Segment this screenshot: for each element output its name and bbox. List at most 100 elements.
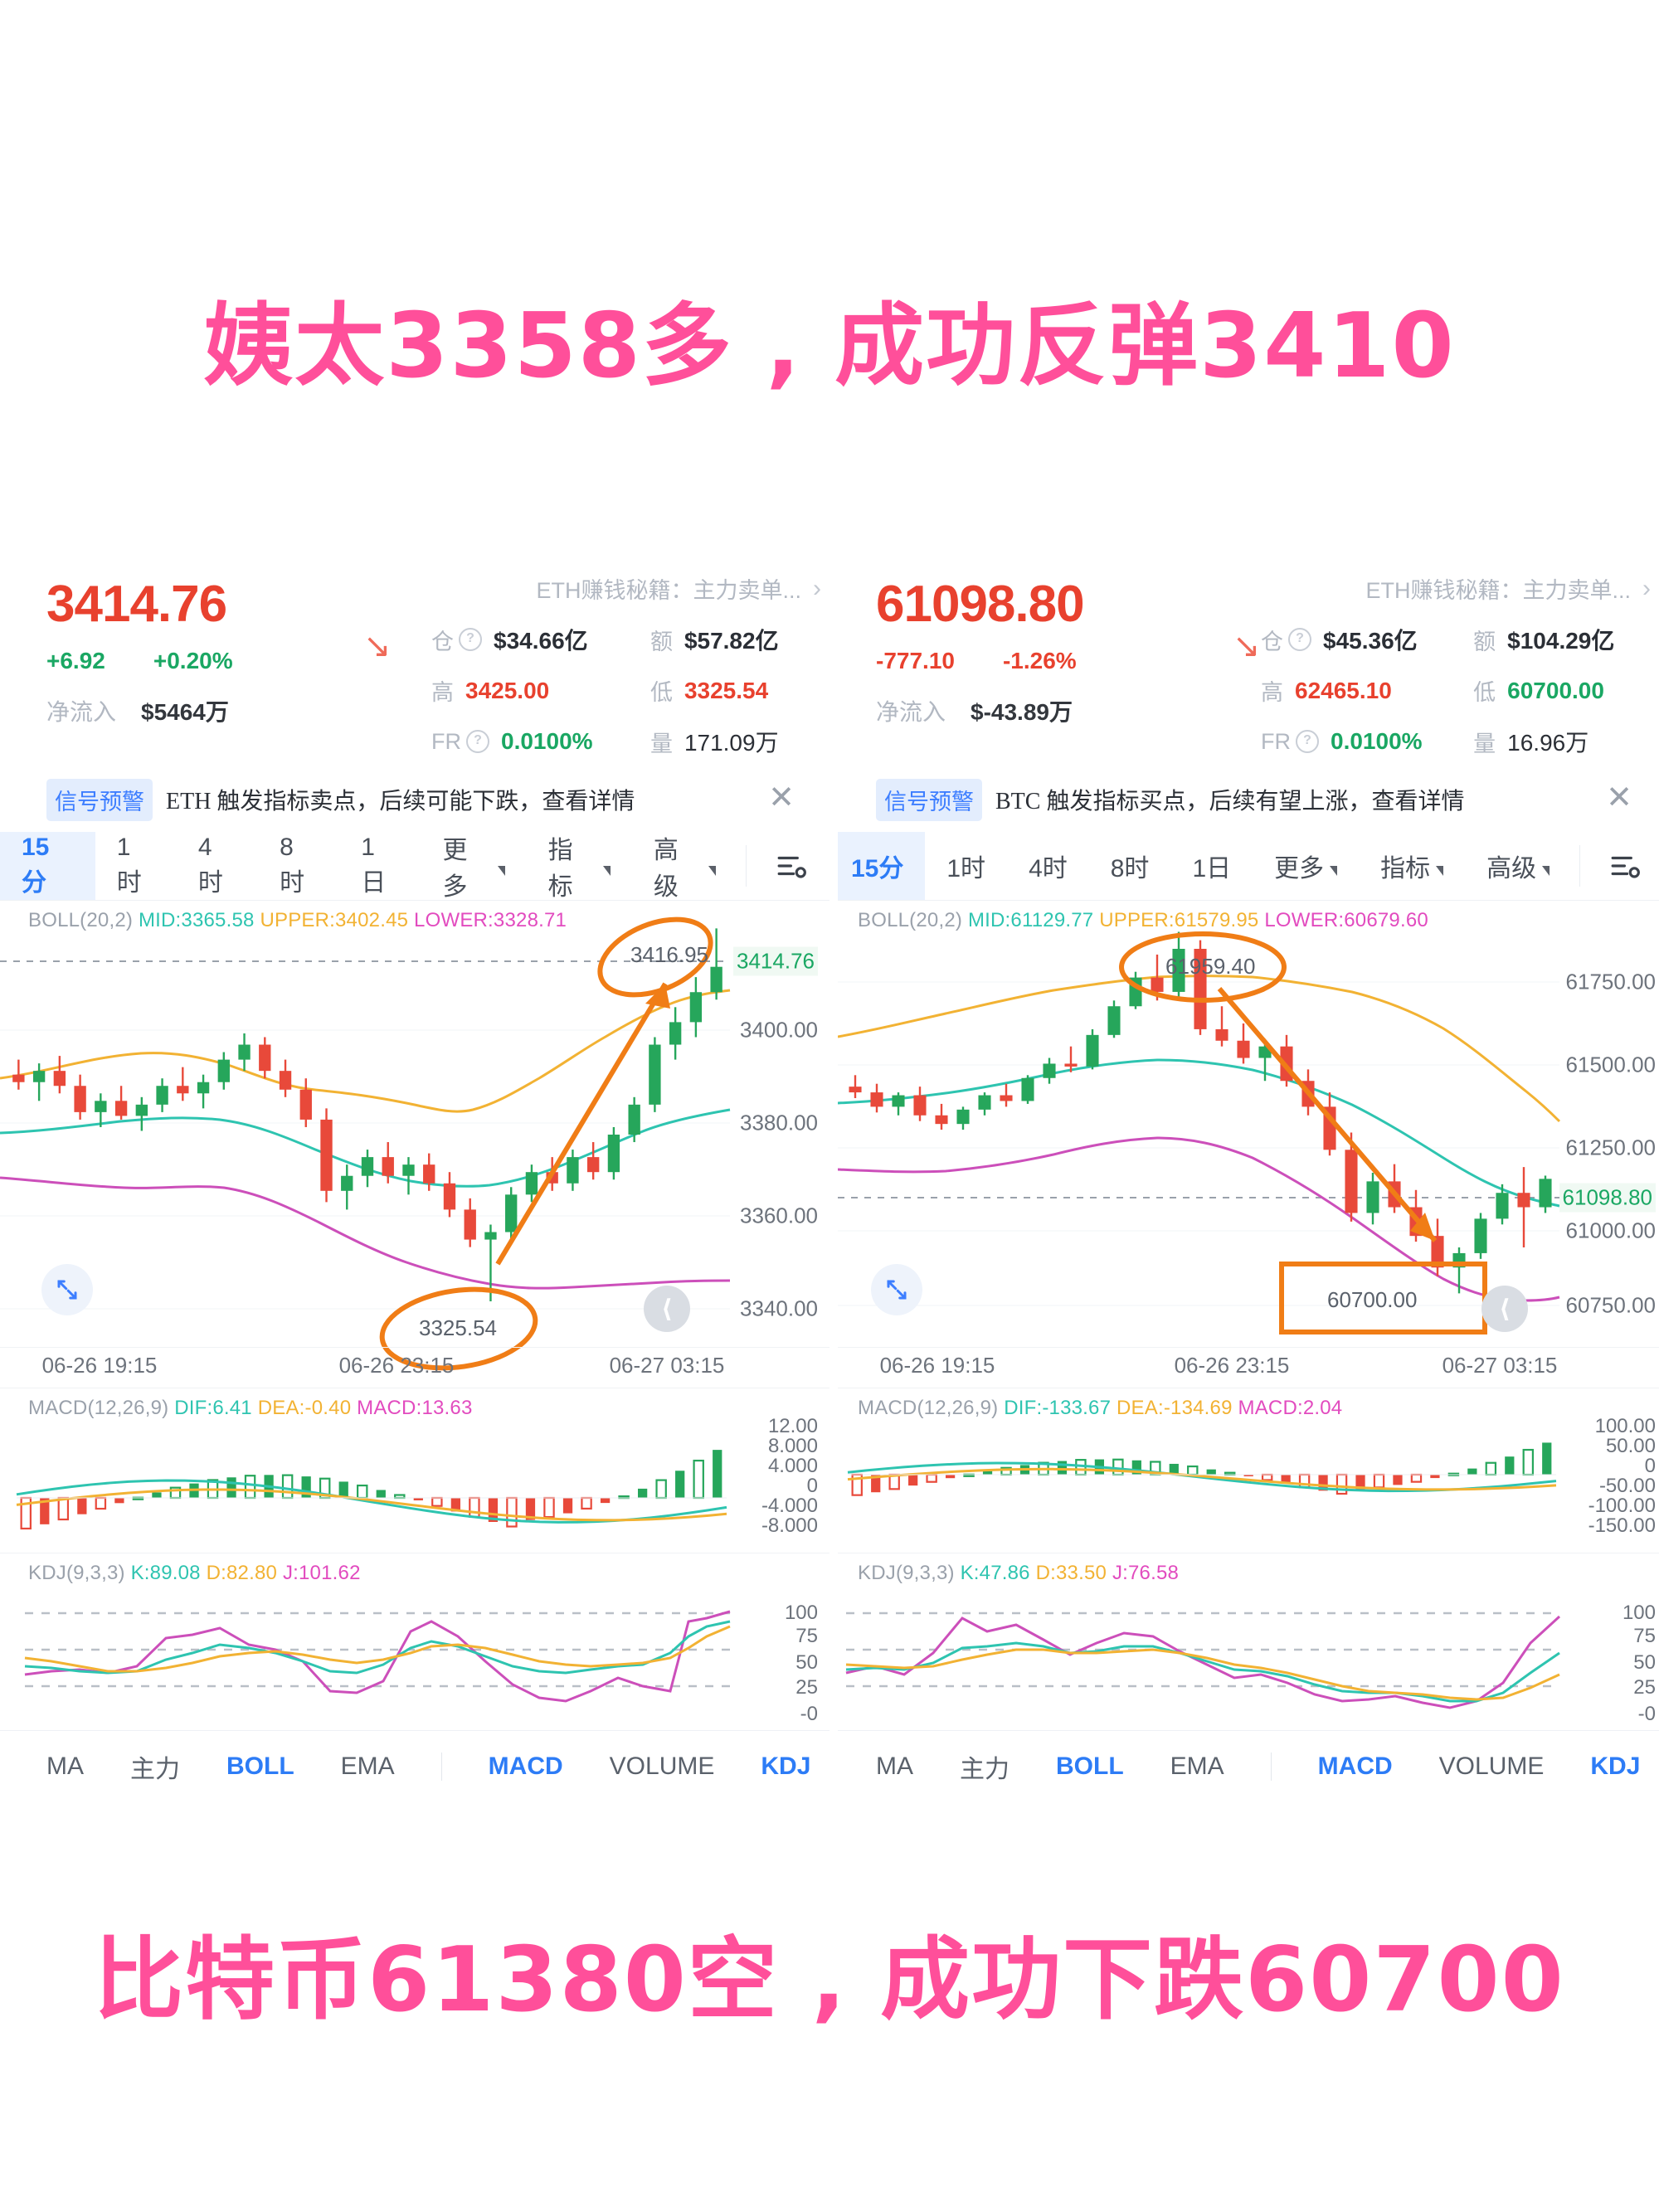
candlestick-area[interactable]: 3414.76 3400.00 3380.00 3360.00 3340.00 … (0, 916, 830, 1371)
stat-high: 高 3425.00 (431, 674, 635, 707)
net-flow-label: 净流入 (876, 699, 946, 726)
kdj-readout-btc: KDJ(9,3,3) K:47.86 D:33.50 J:76.58 (858, 1562, 1180, 1584)
indicator-kdj[interactable]: KDJ (1590, 1753, 1640, 1781)
caret-down-icon (1436, 866, 1444, 876)
close-icon[interactable]: ✕ (1606, 782, 1632, 814)
signal-alert-btc[interactable]: 信号预警 BTC 触发指标买点，后续有望上涨，查看详情 ✕ (838, 767, 1659, 832)
kdj-chart-btc[interactable]: 100 75 50 25 -0 (838, 1585, 1659, 1730)
tab-4h[interactable]: 4时 (177, 832, 258, 900)
change-absolute: +6.92 (46, 648, 105, 674)
panel-eth: 3414.76 ↘ +6.92 +0.20% 净流入 $5464万 ETH赚钱秘… (0, 564, 830, 1841)
tab-8h[interactable]: 8时 (1089, 832, 1171, 900)
candlestick-area[interactable]: 61750.00 61500.00 61250.00 61098.80 6100… (838, 931, 1659, 1347)
indicator-ma[interactable]: MA (46, 1753, 84, 1781)
promo-banner[interactable]: ETH赚钱秘籍：主力卖单... › (1261, 572, 1651, 605)
stat-low: 低 60700.00 (1473, 674, 1651, 707)
expand-chart-button[interactable] (41, 1264, 93, 1315)
divider (746, 845, 747, 887)
indicator-volume[interactable]: VOLUME (1439, 1753, 1545, 1781)
indicator-boll[interactable]: BOLL (1056, 1753, 1124, 1781)
tab-indicators[interactable]: 指标 (1359, 832, 1465, 900)
signal-alert-eth[interactable]: 信号预警 ETH 触发指标卖点，后续可能下跌，查看详情 ✕ (0, 767, 830, 832)
axis-tick: 75 (1633, 1625, 1656, 1647)
close-icon[interactable]: ✕ (768, 782, 795, 814)
macd-chart-btc[interactable]: 100.00 50.00 0 -50.00 -100.00 -150.00 (838, 1415, 1659, 1553)
tab-8h[interactable]: 8时 (258, 832, 339, 900)
indicator-zhuli[interactable]: 主力 (960, 1748, 1010, 1785)
alert-badge: 信号预警 (46, 778, 153, 821)
stat-value: $34.66亿 (494, 628, 588, 654)
alert-text: ETH 触发指标卖点，后续可能下跌，查看详情 (166, 789, 635, 814)
help-icon[interactable]: ? (466, 730, 489, 753)
indicator-ema[interactable]: EMA (341, 1753, 395, 1781)
chart-settings-icon[interactable] (1588, 832, 1659, 900)
stat-volume: 量 16.96万 (1473, 725, 1651, 758)
tab-1h[interactable]: 1时 (925, 832, 1007, 900)
caret-down-icon (497, 866, 505, 876)
help-icon[interactable]: ? (459, 628, 482, 651)
tab-indicators[interactable]: 指标 (527, 832, 632, 901)
tab-more[interactable]: 更多 (421, 832, 526, 901)
chart-settings-icon[interactable] (755, 832, 830, 900)
time-tick: 06-26 19:15 (41, 1353, 158, 1378)
time-axis-eth: 06-26 19:15 06-26 23:15 06-27 03:15 (0, 1347, 830, 1388)
macd-axis-eth: 12.00 8.000 4.000 0 -4.000 -8.000 (700, 1415, 825, 1553)
jump-to-latest-button[interactable]: ⟨ (644, 1286, 690, 1332)
stat-label: FR (1261, 728, 1291, 754)
tab-15m[interactable]: 15分 (0, 832, 95, 900)
tab-1h[interactable]: 1时 (95, 832, 177, 900)
change-percent: +0.20% (153, 648, 233, 674)
panel-btc: 61098.80 ↘ -777.10 -1.26% 净流入 $-43.89万 E… (838, 564, 1659, 1841)
indicator-zhuli[interactable]: 主力 (130, 1748, 180, 1785)
macd-chart-eth[interactable]: 12.00 8.000 4.000 0 -4.000 -8.000 (0, 1415, 830, 1553)
indicator-volume[interactable]: VOLUME (610, 1753, 715, 1781)
indicator-kdj[interactable]: KDJ (761, 1753, 810, 1781)
tab-1d[interactable]: 1日 (1170, 832, 1253, 900)
stat-value: 60700.00 (1507, 677, 1604, 703)
jump-to-latest-button[interactable]: ⟨ (1481, 1286, 1528, 1332)
indicator-ema[interactable]: EMA (1170, 1753, 1224, 1781)
kdj-readout-eth: KDJ(9,3,3) K:89.08 D:82.80 J:101.62 (28, 1562, 361, 1584)
promo-text: ETH赚钱秘籍：主力卖单... (536, 578, 801, 603)
boll-readout: BOLL(20,2) MID:61129.77 UPPER:61579.95 L… (858, 909, 1428, 931)
caret-down-icon (1330, 866, 1338, 876)
chart-panels: 3414.76 ↘ +6.92 +0.20% 净流入 $5464万 ETH赚钱秘… (0, 564, 1659, 1841)
tab-4h[interactable]: 4时 (1007, 832, 1089, 900)
indicator-macd[interactable]: MACD (1318, 1753, 1393, 1781)
last-price: 3414.76 (46, 576, 227, 633)
time-axis-btc: 06-26 19:15 06-26 23:15 06-27 03:15 (838, 1347, 1659, 1388)
annotation-label-bottom: 3325.54 (419, 1315, 497, 1340)
stat-funding-rate: FR? 0.0100% (431, 725, 635, 758)
tab-more[interactable]: 更多 (1253, 832, 1359, 900)
axis-tick: 50 (795, 1651, 818, 1674)
net-flow-value: $-43.89万 (971, 699, 1073, 726)
main-chart-btc[interactable]: BOLL(20,2) MID:61129.77 UPPER:61579.95 L… (838, 901, 1659, 1730)
main-chart-eth[interactable]: BOLL(20,2) MID:3365.58 UPPER:3402.45 LOW… (0, 901, 830, 1730)
tab-15m[interactable]: 15分 (838, 832, 926, 900)
kdj-svg (845, 1612, 1561, 1709)
stat-value: $57.82亿 (684, 628, 779, 654)
indicator-ma[interactable]: MA (876, 1753, 913, 1781)
headline-bottom: 比特币61380空 , 成功下跌60700 (94, 1928, 1565, 2032)
tab-advanced[interactable]: 高级 (1465, 832, 1571, 900)
time-tick: 06-27 03:15 (609, 1353, 725, 1378)
stat-value: 3325.54 (684, 677, 769, 703)
indicator-macd[interactable]: MACD (489, 1753, 563, 1781)
caret-down-icon (708, 866, 717, 876)
stat-value: 3425.00 (465, 677, 550, 703)
promo-banner[interactable]: ETH赚钱秘籍：主力卖单... › (431, 572, 821, 605)
indicator-boll[interactable]: BOLL (226, 1753, 294, 1781)
tab-1d[interactable]: 1日 (339, 832, 421, 900)
help-icon[interactable]: ? (1288, 628, 1311, 651)
stat-high: 高 62465.10 (1261, 674, 1458, 707)
stats-grid: 仓? $45.36亿 额 $104.29亿 高 62465.10 低 60700.00 … (1261, 623, 1651, 758)
annotation-label-bottom: 60700.00 (1327, 1287, 1418, 1312)
macd-readout-btc: MACD(12,26,9) DIF:-133.67 DEA:-134.69 MA… (858, 1397, 1343, 1419)
promo-text: ETH赚钱秘籍：主力卖单... (1365, 578, 1631, 603)
expand-chart-button[interactable] (871, 1264, 922, 1315)
tab-advanced[interactable]: 高级 (632, 832, 737, 901)
help-icon[interactable]: ? (1296, 730, 1319, 753)
kdj-chart-eth[interactable]: 100 75 50 25 -0 (0, 1585, 830, 1730)
macd-readout-eth: MACD(12,26,9) DIF:6.41 DEA:-0.40 MACD:13… (28, 1397, 473, 1419)
stat-value: 0.0100% (1331, 728, 1423, 754)
